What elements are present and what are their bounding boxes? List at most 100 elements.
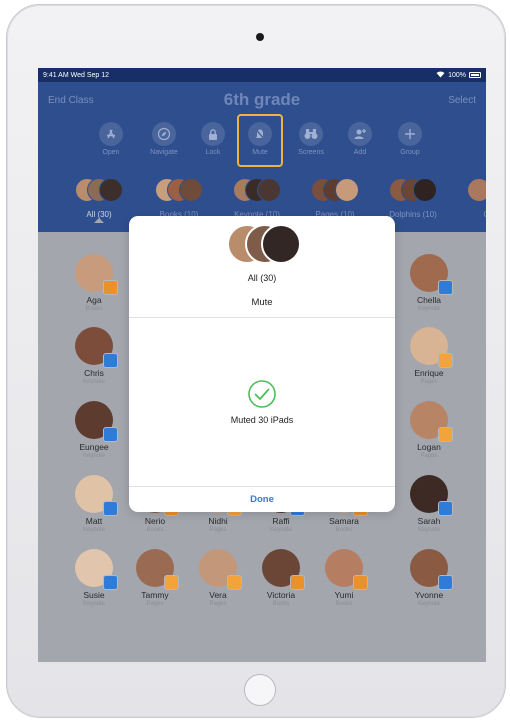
keynote-app-icon [438,501,453,516]
nav-bar: End Class 6th grade Select [38,88,486,112]
student-name: Chris [84,368,104,378]
lock-icon [201,122,225,146]
student-name: Yvonne [414,590,444,600]
student-name: Yumi [334,590,354,600]
status-bar: 9:41 AM Wed Sep 12 100% [38,68,486,82]
student-tile[interactable]: Matt Keynote [64,475,124,533]
navigate-label: Navigate [150,149,178,156]
avatar [257,178,281,202]
avatar [136,549,179,590]
student-tile[interactable]: Yvonne Keynote [399,549,459,607]
student-app: Books [335,601,353,607]
group-others[interactable]: Otte [456,178,486,219]
student-tile[interactable]: Vera Pages [188,549,248,607]
student-name: Enrique [414,368,444,378]
group-avatars [463,178,486,208]
group-button[interactable]: Group [388,122,432,156]
plus-icon [398,122,422,146]
avatar [410,401,453,442]
avatar [261,224,301,264]
student-app: Keynote [269,527,293,533]
select-button[interactable]: Select [448,95,476,106]
student-tile[interactable]: Eungee Keynote [64,401,124,459]
student-app: Pages [420,453,438,459]
student-tile[interactable]: Sarah Keynote [399,475,459,533]
student-name: Tammy [141,590,169,600]
student-tile[interactable]: Enrique Pages [399,327,459,385]
student-name: Victoria [266,590,296,600]
add-button[interactable]: Add [338,122,382,156]
avatar [410,254,453,295]
dialog-avatars [227,224,303,266]
open-label: Open [102,149,120,156]
student-app: Keynote [82,379,106,385]
battery-percent: 100% [448,71,466,79]
student-name: Nerio [144,516,166,526]
dialog-action: Mute [251,297,273,308]
student-name: Matt [85,516,103,526]
pages-app-icon [227,575,242,590]
end-class-button[interactable]: End Class [48,95,94,106]
appstore-icon [99,122,123,146]
navigate-button[interactable]: Navigate [142,122,186,156]
group-label: Group [400,149,420,156]
group-pages[interactable]: Pages (10) [300,178,370,219]
selected-group-indicator [94,218,104,223]
student-app: Keynote [82,601,106,607]
student-app: Keynote [82,527,106,533]
keynote-app-icon [438,280,453,295]
student-name: Aga [86,295,102,305]
avatar [75,327,118,368]
student-tile[interactable]: Susie Keynote [64,549,124,607]
student-tile[interactable]: Tammy Pages [125,549,185,607]
student-app: Books [272,601,290,607]
group-avatars [229,178,285,208]
group-dolphins[interactable]: Dolphins (10) [378,178,448,219]
pages-app-icon [438,353,453,368]
home-button[interactable] [244,674,276,706]
student-tile[interactable]: Logan Pages [399,401,459,459]
books-app-icon [290,575,305,590]
student-tile[interactable]: Victoria Books [251,549,311,607]
avatar [99,178,123,202]
done-button[interactable]: Done [129,487,395,512]
group-books[interactable]: Books (10) [144,178,214,219]
group-avatars [385,178,441,208]
open-button[interactable]: Open [89,122,133,156]
student-name: Nidhi [208,516,228,526]
page-title: 6th grade [223,90,301,109]
keynote-app-icon [103,501,118,516]
avatar [75,254,118,295]
group-keynote[interactable]: Keynote (10) [222,178,292,219]
avatar [325,549,368,590]
binoculars-icon [299,122,323,146]
lock-button[interactable]: Lock [191,122,235,156]
student-app: Pages [146,601,164,607]
student-tile[interactable]: Chris Keynote [64,327,124,385]
student-name: Samara [329,516,359,526]
avatar [75,401,118,442]
student-tile[interactable]: Yumi Books [314,549,374,607]
add-label: Add [353,149,367,156]
screens-button[interactable]: Screens [289,122,333,156]
student-tile[interactable]: Aga Books [64,254,124,312]
avatar [410,549,453,590]
avatar [75,549,118,590]
keynote-app-icon [103,575,118,590]
student-app: Keynote [82,453,106,459]
lock-label: Lock [205,149,221,156]
checkmark-icon [247,379,277,409]
student-name: Logan [417,442,441,452]
status-right: 100% [436,71,481,80]
avatar [335,178,359,202]
student-name: Raffi [272,516,290,526]
student-app: Pages [420,379,438,385]
avatar [467,178,486,202]
keynote-app-icon [103,353,118,368]
keynote-app-icon [103,427,118,442]
wifi-icon [436,71,445,80]
group-all[interactable]: All (30) [64,178,134,219]
avatar [413,178,437,202]
screens-label: Screens [298,149,324,156]
student-tile[interactable]: Chella Keynote [399,254,459,312]
